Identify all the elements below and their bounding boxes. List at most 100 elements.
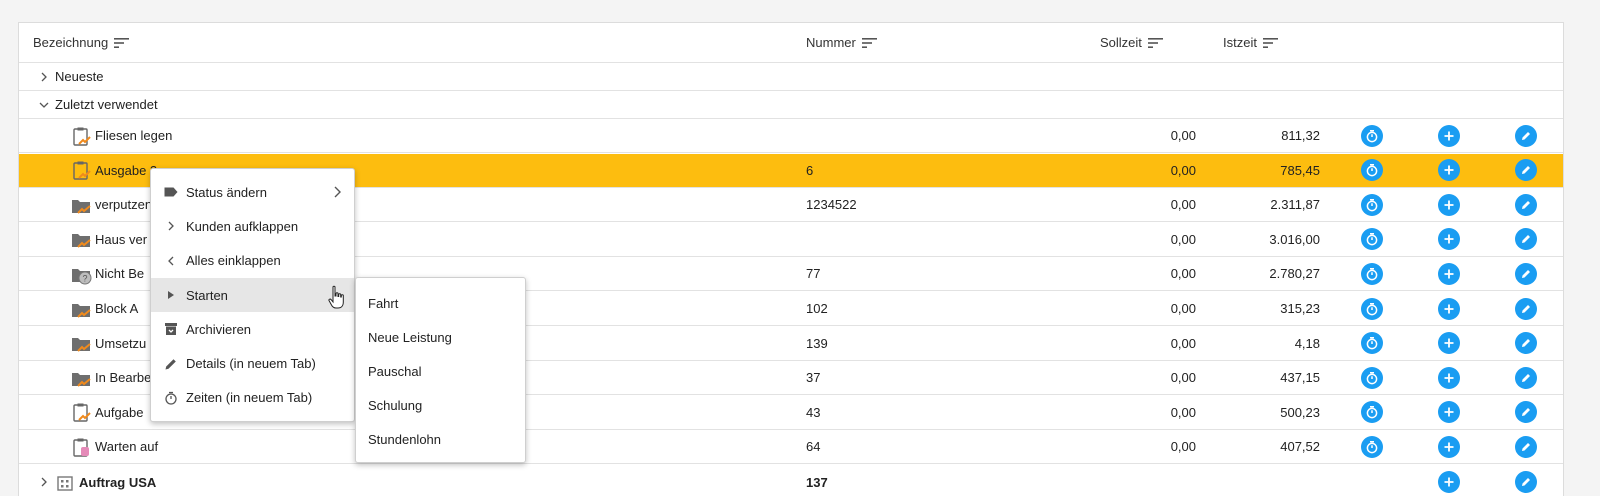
row-label: In Bearbe	[95, 370, 152, 386]
submenu-item-schulung[interactable]: Schulung	[356, 389, 525, 423]
edit-button[interactable]	[1515, 401, 1537, 424]
edit-button[interactable]	[1515, 159, 1537, 182]
row-sollzeit: 0,00	[1170, 197, 1196, 213]
add-button[interactable]	[1438, 193, 1460, 216]
timer-button[interactable]	[1361, 124, 1383, 147]
row-istzeit: 437,15	[1280, 370, 1320, 386]
column-label: Sollzeit	[1100, 35, 1142, 50]
submenu-item-pauschal[interactable]: Pauschal	[356, 354, 525, 388]
edit-button[interactable]	[1515, 366, 1537, 389]
edit-button[interactable]	[1515, 435, 1537, 458]
chevron-down-icon[interactable]	[37, 100, 51, 110]
timer-button[interactable]	[1361, 262, 1383, 285]
menu-item-label: Archivieren	[186, 321, 252, 337]
table-row[interactable]: Warten auf 64 0,00 407,52	[19, 430, 1563, 465]
row-nummer: 6	[806, 162, 814, 178]
row-sollzeit: 0,00	[1170, 335, 1196, 351]
timer-button[interactable]	[1361, 193, 1383, 216]
timer-button[interactable]	[1361, 435, 1383, 458]
edit-button[interactable]	[1515, 471, 1537, 493]
menu-item-starten[interactable]: Starten	[151, 277, 354, 313]
sort-icon[interactable]	[861, 37, 878, 49]
archive-icon	[163, 321, 179, 337]
column-header-istzeit[interactable]: Istzeit	[1223, 23, 1279, 62]
hand-cursor-icon	[327, 285, 347, 311]
menu-item-alles-einklappen[interactable]: Alles einklappen	[151, 244, 354, 278]
menu-item-archivieren[interactable]: Archivieren	[151, 312, 354, 346]
menu-item-status-aendern[interactable]: Status ändern	[151, 175, 354, 209]
menu-item-kunden-aufklappen[interactable]: Kunden aufklappen	[151, 209, 354, 243]
add-button[interactable]	[1438, 332, 1460, 355]
submenu-item-fahrt[interactable]: Fahrt	[356, 286, 525, 320]
row-sollzeit: 0,00	[1170, 128, 1196, 143]
add-button[interactable]	[1438, 159, 1460, 182]
edit-button[interactable]	[1515, 297, 1537, 320]
edit-button[interactable]	[1515, 228, 1537, 251]
add-button[interactable]	[1438, 435, 1460, 458]
timer-button[interactable]	[1361, 401, 1383, 424]
chevron-right-icon[interactable]	[37, 72, 51, 82]
row-istzeit: 785,45	[1280, 162, 1320, 178]
chevron-right-icon[interactable]	[37, 477, 51, 487]
menu-item-label: Starten	[186, 287, 228, 303]
folder-icon	[71, 194, 93, 216]
add-button[interactable]	[1438, 366, 1460, 389]
submenu-item-stundenlohn[interactable]: Stundenlohn	[356, 423, 525, 457]
row-nummer: 37	[806, 370, 821, 386]
row-istzeit: 500,23	[1280, 404, 1320, 420]
row-label: Ausgabe 2	[95, 162, 158, 178]
chevron-left-icon	[163, 253, 179, 269]
table-row[interactable]: Fliesen legen 0,00 811,32	[19, 119, 1563, 153]
column-label: Bezeichnung	[33, 35, 109, 50]
add-button[interactable]	[1438, 297, 1460, 320]
submenu-item-neue-leistung[interactable]: Neue Leistung	[356, 320, 525, 354]
row-nummer: 1234522	[806, 197, 857, 213]
folder-icon	[71, 332, 93, 354]
edit-button[interactable]	[1515, 332, 1537, 355]
building-icon	[55, 471, 77, 493]
timer-button[interactable]	[1361, 228, 1383, 251]
sort-icon[interactable]	[1147, 37, 1164, 49]
timer-button[interactable]	[1361, 332, 1383, 355]
add-button[interactable]	[1438, 228, 1460, 251]
group-row-zuletzt-verwendet[interactable]: Zuletzt verwendet	[19, 91, 1563, 119]
edit-button[interactable]	[1515, 262, 1537, 285]
row-istzeit: 4,18	[1294, 335, 1320, 351]
row-label: Block A	[95, 301, 139, 316]
edit-button[interactable]	[1515, 193, 1537, 216]
row-label: Aufgabe	[95, 404, 144, 420]
sort-icon[interactable]	[1262, 37, 1279, 49]
row-istzeit: 2.311,87	[1270, 197, 1320, 213]
folder-icon	[71, 367, 93, 389]
sort-icon[interactable]	[114, 37, 130, 49]
chevron-right-icon	[163, 218, 179, 234]
menu-item-label: Alles einklappen	[186, 253, 281, 269]
row-sollzeit: 0,00	[1170, 266, 1196, 282]
column-header-sollzeit[interactable]: Sollzeit	[1100, 23, 1164, 62]
add-button[interactable]	[1438, 401, 1460, 424]
table-row-auftrag-usa[interactable]: Auftrag USA 137	[19, 465, 1563, 496]
group-row-neueste[interactable]: Neueste	[19, 63, 1563, 91]
row-nummer: 43	[806, 404, 821, 420]
folder-icon	[71, 228, 93, 250]
menu-item-zeiten[interactable]: Zeiten (in neuem Tab)	[151, 381, 354, 415]
timer-button[interactable]	[1361, 366, 1383, 389]
row-label: Nicht Be	[95, 266, 145, 282]
chevron-right-icon	[332, 185, 342, 202]
add-button[interactable]	[1438, 262, 1460, 285]
add-button[interactable]	[1438, 471, 1460, 493]
column-header-bezeichnung[interactable]: Bezeichnung	[33, 23, 130, 62]
edit-button[interactable]	[1515, 124, 1537, 147]
column-label: Nummer	[806, 35, 856, 50]
row-sollzeit: 0,00	[1170, 301, 1196, 316]
row-label: Haus ver	[95, 231, 148, 247]
timer-button[interactable]	[1361, 159, 1383, 182]
menu-item-details[interactable]: Details (in neuem Tab)	[151, 346, 354, 380]
row-istzeit: 2.780,27	[1269, 266, 1320, 282]
menu-item-label: Kunden aufklappen	[186, 218, 299, 234]
add-button[interactable]	[1438, 124, 1460, 147]
row-istzeit: 811,32	[1281, 128, 1320, 143]
timer-button[interactable]	[1361, 297, 1383, 320]
clipboard-icon	[71, 401, 93, 423]
column-header-nummer[interactable]: Nummer	[806, 23, 878, 62]
